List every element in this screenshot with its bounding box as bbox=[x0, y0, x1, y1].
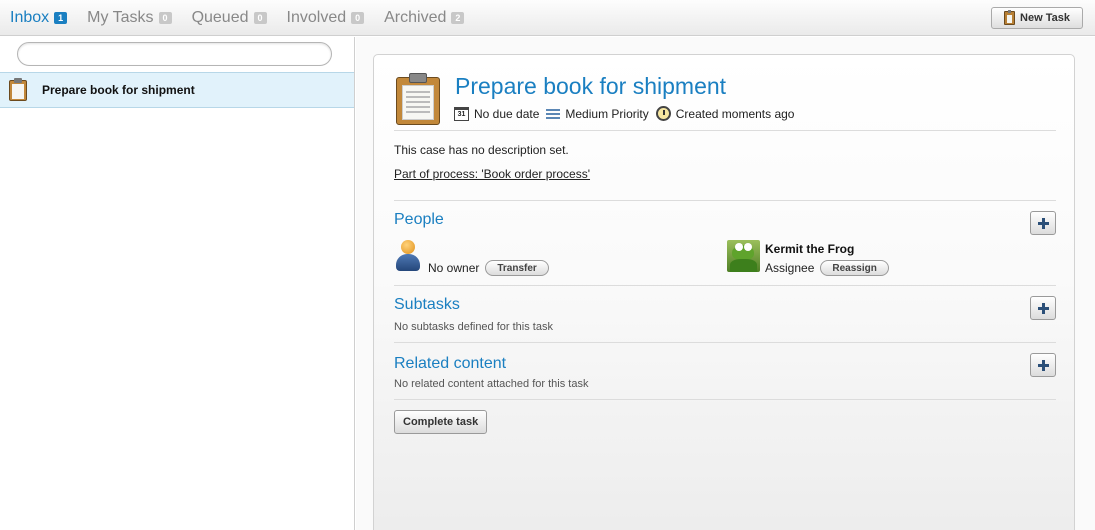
page-title: Prepare book for shipment bbox=[455, 73, 727, 99]
due-date: 31 No due date bbox=[454, 106, 540, 121]
task-meta: 31 No due date Medium Priority Created m… bbox=[454, 106, 801, 121]
top-tab-bar: Inbox 1 My Tasks 0 Queued 0 Involved 0 A… bbox=[0, 0, 1095, 36]
tab-count-badge: 0 bbox=[253, 12, 267, 24]
divider bbox=[394, 399, 1056, 400]
priority-icon bbox=[546, 108, 561, 119]
owner: No owner Transfer bbox=[394, 238, 594, 278]
new-task-label: New Task bbox=[1020, 12, 1070, 24]
tab-count-badge: 0 bbox=[158, 12, 172, 24]
owner-label: No owner bbox=[428, 261, 480, 275]
related-note: No related content attached for this tas… bbox=[394, 378, 589, 390]
divider bbox=[394, 342, 1056, 343]
search-input[interactable] bbox=[17, 42, 332, 66]
priority-label: Medium Priority bbox=[565, 106, 649, 121]
calendar-icon: 31 bbox=[454, 106, 469, 121]
task-card: Prepare book for shipment 31 No due date… bbox=[373, 54, 1075, 530]
owner-line: No owner Transfer bbox=[428, 260, 549, 276]
add-subtask-button[interactable] bbox=[1030, 296, 1056, 320]
transfer-button[interactable]: Transfer bbox=[485, 260, 549, 276]
clipboard-icon bbox=[396, 73, 440, 125]
new-task-button[interactable]: New Task bbox=[991, 7, 1083, 29]
person-icon bbox=[396, 240, 420, 272]
tab-count-badge: 0 bbox=[351, 12, 365, 24]
related-title: Related content bbox=[394, 355, 507, 372]
tab-label: Inbox bbox=[10, 9, 50, 26]
reassign-button[interactable]: Reassign bbox=[820, 260, 889, 276]
created-time: Created moments ago bbox=[655, 106, 795, 121]
clock-icon bbox=[655, 106, 671, 121]
tab-label: Queued bbox=[191, 9, 249, 26]
subtasks-title: Subtasks bbox=[394, 296, 460, 313]
tab-my-tasks[interactable]: My Tasks 0 bbox=[87, 9, 172, 27]
add-related-content-button[interactable] bbox=[1030, 353, 1056, 377]
add-person-button[interactable] bbox=[1030, 211, 1056, 235]
divider bbox=[394, 200, 1056, 201]
tab-count-badge: 2 bbox=[451, 12, 465, 24]
tab-involved[interactable]: Involved 0 bbox=[287, 9, 365, 27]
subtasks-note: No subtasks defined for this task bbox=[394, 321, 553, 333]
task-detail-pane: Prepare book for shipment 31 No due date… bbox=[356, 37, 1095, 530]
list-item[interactable]: Prepare book for shipment bbox=[0, 72, 354, 108]
task-list-pane: Prepare book for shipment bbox=[0, 37, 355, 530]
tab-label: Archived bbox=[384, 9, 447, 26]
complete-task-button[interactable]: Complete task bbox=[394, 410, 488, 434]
tab-queued[interactable]: Queued 0 bbox=[192, 9, 267, 27]
clipboard-icon bbox=[1004, 10, 1016, 25]
people-title: People bbox=[394, 211, 444, 228]
process-link[interactable]: Part of process: 'Book order process' bbox=[394, 167, 590, 181]
due-date-label: No due date bbox=[474, 106, 540, 121]
tab-label: Involved bbox=[286, 9, 347, 26]
divider bbox=[394, 130, 1056, 131]
tab-count-badge: 1 bbox=[54, 12, 68, 24]
clipboard-icon bbox=[8, 78, 28, 102]
assignee: Kermit the Frog Assignee Reassign bbox=[727, 238, 977, 278]
assignee-line: Assignee Reassign bbox=[765, 260, 889, 276]
task-description: This case has no description set. bbox=[394, 143, 569, 157]
tab-label: My Tasks bbox=[87, 9, 154, 26]
task-tabs: Inbox 1 My Tasks 0 Queued 0 Involved 0 A… bbox=[10, 0, 484, 36]
created-label: Created moments ago bbox=[675, 106, 795, 121]
tab-inbox[interactable]: Inbox 1 bbox=[10, 9, 68, 27]
avatar bbox=[727, 240, 760, 272]
divider bbox=[394, 285, 1056, 286]
list-item-label: Prepare book for shipment bbox=[42, 83, 195, 97]
assignee-role: Assignee bbox=[765, 261, 815, 275]
priority: Medium Priority bbox=[546, 106, 649, 121]
tab-archived[interactable]: Archived 2 bbox=[384, 9, 465, 27]
assignee-name: Kermit the Frog bbox=[765, 242, 855, 256]
